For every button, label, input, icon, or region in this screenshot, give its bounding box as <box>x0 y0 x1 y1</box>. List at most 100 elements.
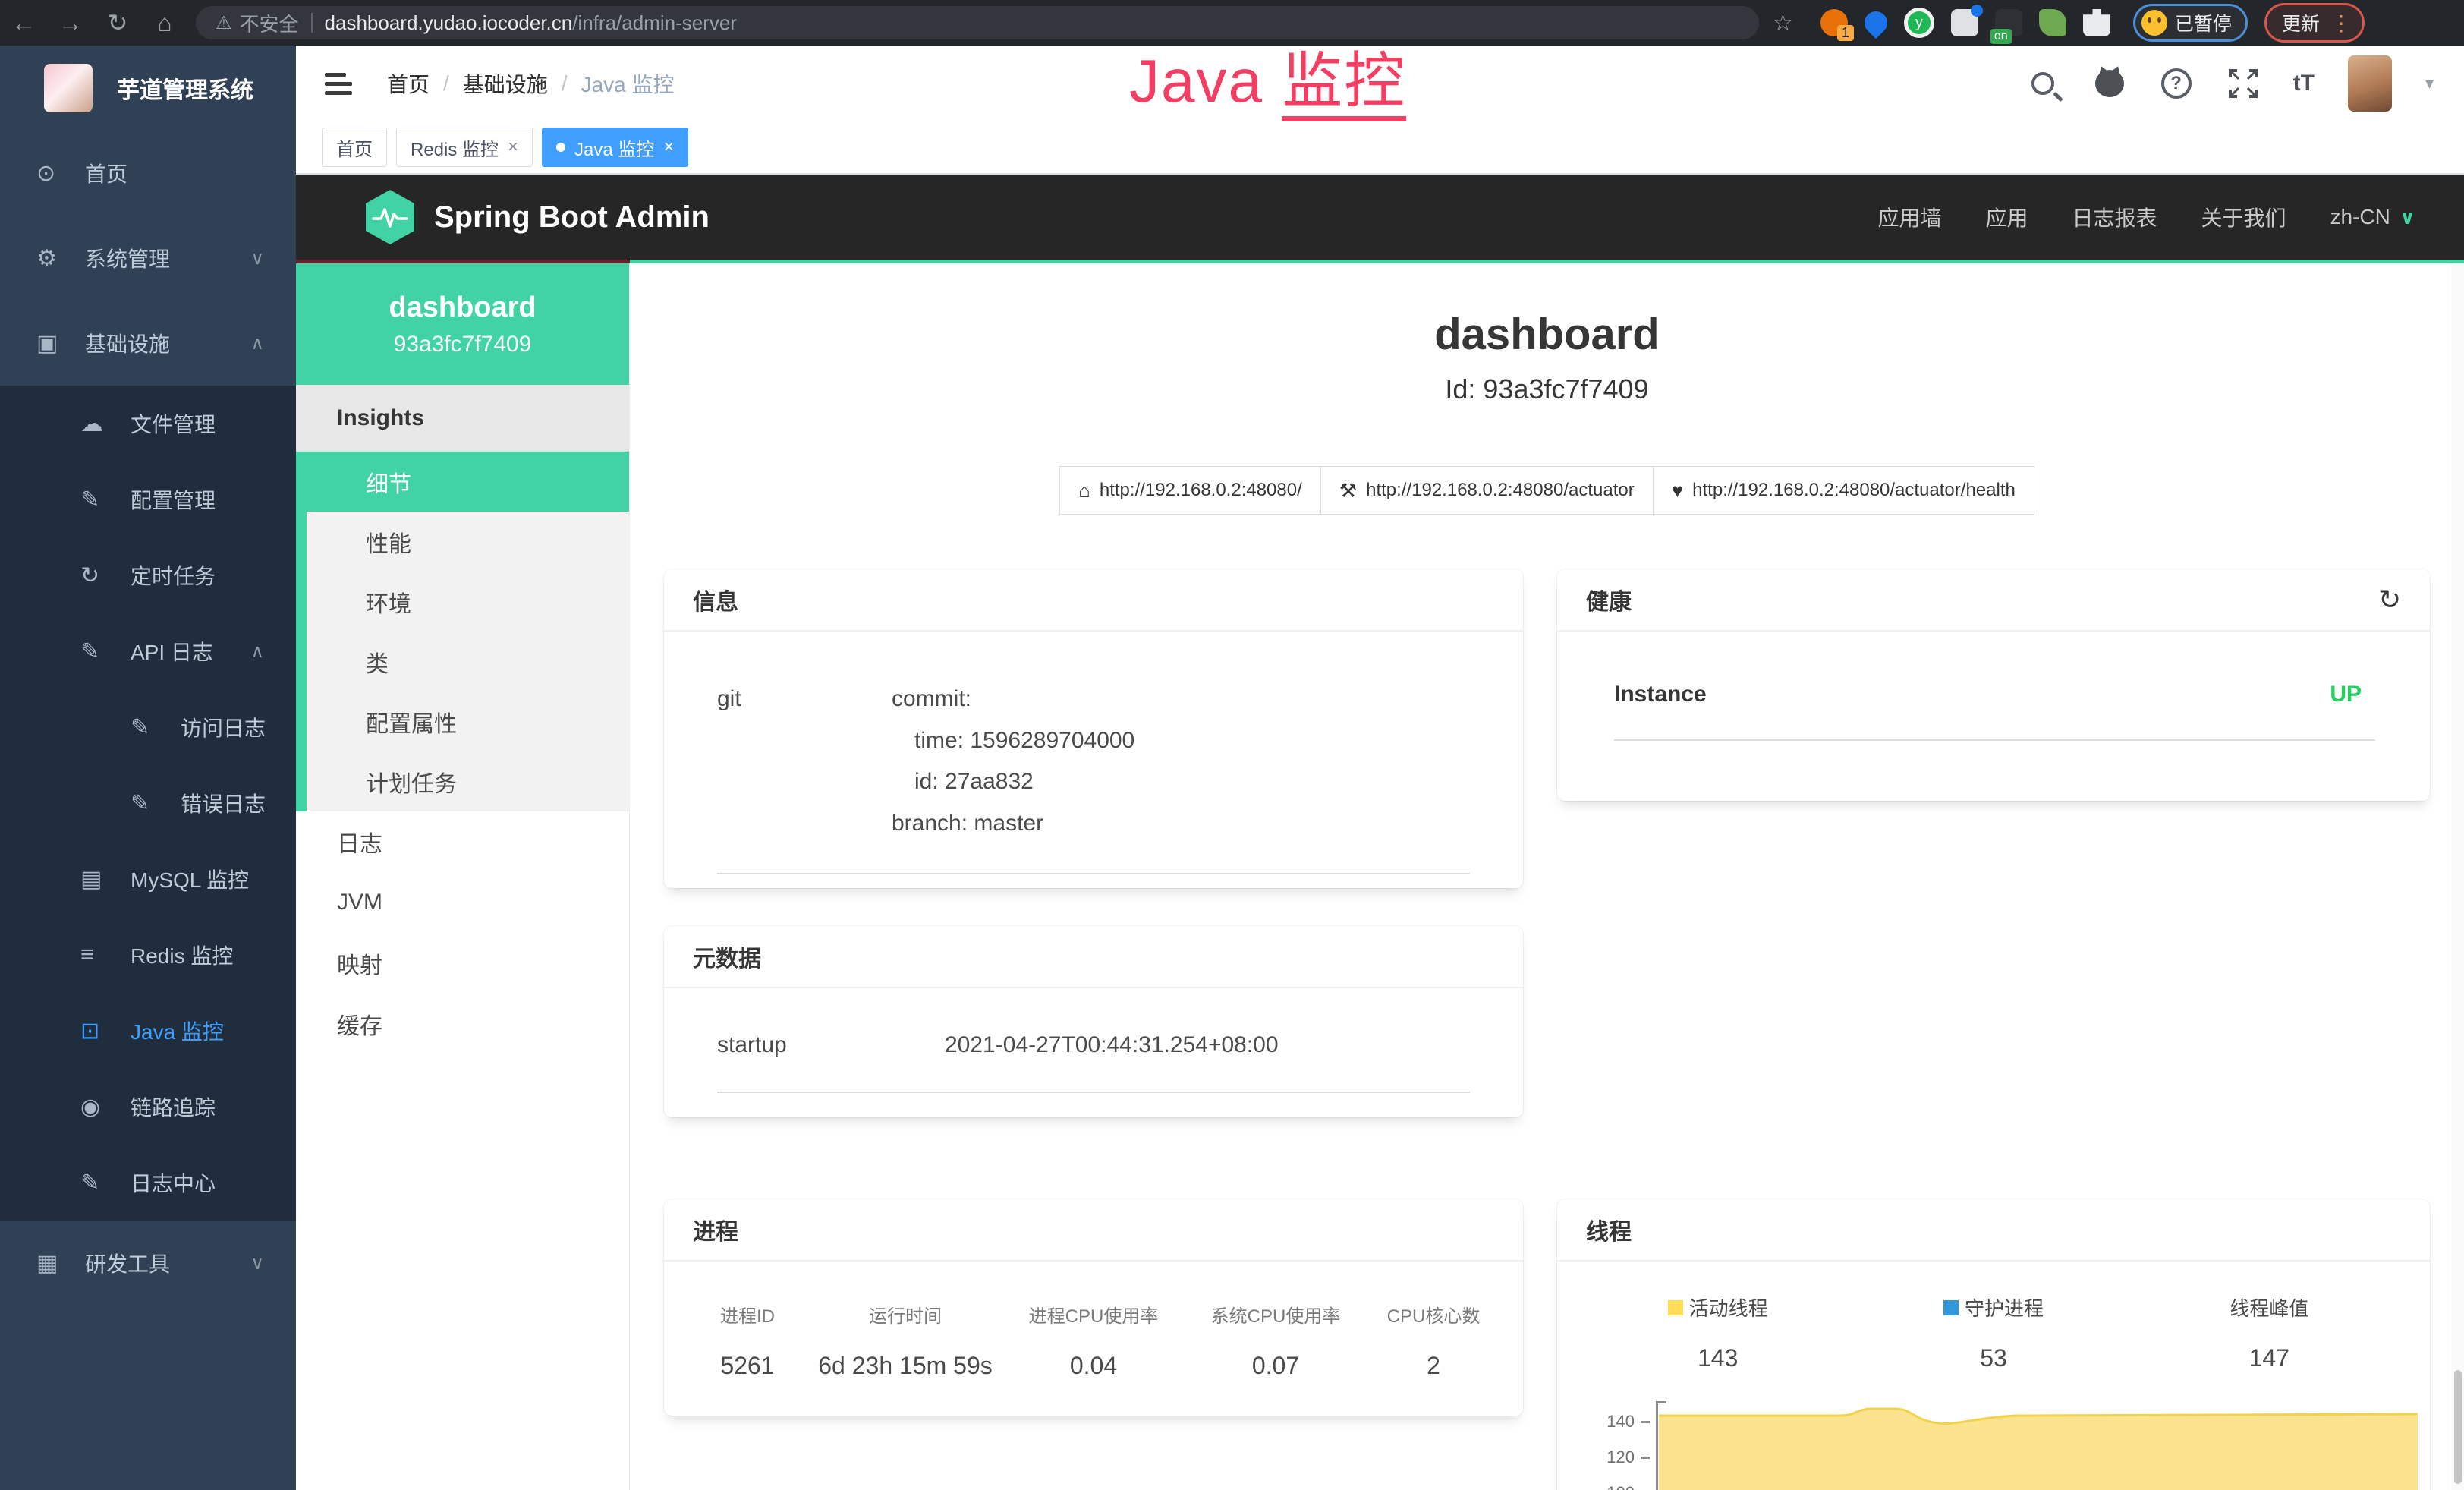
sba-locale-select[interactable]: zh-CN ∨ <box>2330 205 2415 229</box>
health-card-title: 健康 <box>1586 583 1632 616</box>
breadcrumb-home[interactable]: 首页 <box>387 68 430 99</box>
layers-icon: ≡ <box>80 942 94 968</box>
extension-tray: 1 y on <box>1820 8 2110 38</box>
threads-legend: 活动线程 143 守护进程 53 线程峰值 147 <box>1580 1293 2407 1372</box>
nav-item-scheduled-tasks[interactable]: 计划任务 <box>307 751 629 811</box>
log-icon: ✎ <box>131 714 149 741</box>
sidebar-item-error-log[interactable]: ✎ 错误日志 <box>0 765 296 841</box>
extension-switch-icon[interactable]: on <box>1995 9 2022 36</box>
sidebar-item-job[interactable]: ↻ 定时任务 <box>0 537 296 613</box>
profile-chip[interactable]: 已暂停 <box>2133 4 2248 42</box>
avatar-caret-icon[interactable]: ▾ <box>2425 74 2434 93</box>
instance-header[interactable]: dashboard 93a3fc7f7409 <box>296 263 629 385</box>
sidebar-item-file[interactable]: ☁ 文件管理 <box>0 386 296 461</box>
scrollbar-thumb[interactable] <box>2454 1370 2462 1484</box>
extension-orange-icon[interactable]: 1 <box>1820 9 1848 36</box>
instance-app-name: dashboard <box>389 291 536 324</box>
search-icon[interactable] <box>2026 67 2060 100</box>
breadcrumb: 首页 / 基础设施 / Java 监控 <box>387 68 675 99</box>
page-title: dashboard <box>630 309 2464 360</box>
gear-icon: ⚙ <box>36 245 57 272</box>
info-card-title: 信息 <box>693 583 738 616</box>
actuator-url-button[interactable]: ⚒ http://192.168.0.2:48080/actuator <box>1320 466 1654 515</box>
close-icon[interactable]: × <box>663 137 674 158</box>
sidebar-item-mysql[interactable]: ▤ MySQL 监控 <box>0 841 296 917</box>
extension-leaf-icon[interactable] <box>2039 9 2066 36</box>
health-instance-label[interactable]: Instance <box>1614 682 1707 707</box>
nav-group-insights[interactable]: Insights <box>296 385 629 452</box>
bookmark-star-icon[interactable]: ☆ <box>1773 10 1793 36</box>
tab-java-monitor[interactable]: Java 监控 × <box>542 128 688 167</box>
sba-nav-wallboard[interactable]: 应用墙 <box>1877 202 1941 232</box>
user-avatar[interactable] <box>2348 55 2392 112</box>
nav-item-jvm[interactable]: JVM <box>296 872 629 933</box>
nav-item-classes[interactable]: 类 <box>307 632 629 691</box>
sidebar-item-config[interactable]: ✎ 配置管理 <box>0 461 296 537</box>
sidebar-item-home[interactable]: ⊙ 首页 <box>0 131 296 216</box>
history-icon[interactable]: ↺ <box>2378 584 2401 616</box>
sidebar-item-redis[interactable]: ≡ Redis 监控 <box>0 917 296 993</box>
sidebar-item-api-log[interactable]: ✎ API 日志 ∧ <box>0 613 296 689</box>
browser-update-button[interactable]: 更新 ⋮ <box>2264 3 2365 43</box>
cards-area: 信息 git commit: time: 1596289704000 id: 2… <box>630 515 2464 1490</box>
sidebar-item-access-log[interactable]: ✎ 访问日志 <box>0 689 296 765</box>
sba-header: Spring Boot Admin 应用墙 应用 日志报表 关于我们 zh-CN… <box>296 175 2464 260</box>
annotation-java-monitor: Java 监控 <box>1129 32 1406 120</box>
extension-pin-icon[interactable] <box>1860 7 1892 39</box>
nav-item-mappings[interactable]: 映射 <box>296 933 629 994</box>
instance-id-subtitle: Id: 93a3fc7f7409 <box>630 373 2464 405</box>
nav-item-metrics[interactable]: 性能 <box>307 512 629 572</box>
instance-id: 93a3fc7f7409 <box>394 332 532 358</box>
metadata-row-value: 2021-04-27T00:44:31.254+08:00 <box>945 1032 1279 1058</box>
chevron-up-icon: ∧ <box>250 641 264 663</box>
sba-brand-title[interactable]: Spring Boot Admin <box>434 200 710 235</box>
process-uptime-col: 运行时间 6d 23h 15m 59s <box>808 1301 1002 1380</box>
browser-home-icon[interactable]: ⌂ <box>141 9 188 37</box>
nav-item-configprops[interactable]: 配置属性 <box>307 691 629 751</box>
cloud-icon: ☁ <box>80 411 103 437</box>
hamburger-icon[interactable] <box>325 72 352 95</box>
sidebar-item-log-center[interactable]: ✎ 日志中心 <box>0 1145 296 1221</box>
toolbox-icon: ▦ <box>36 1250 58 1277</box>
service-url-button[interactable]: ⌂ http://192.168.0.2:48080/ <box>1059 466 1321 515</box>
sidebar-item-java-monitor[interactable]: ⊡ Java 监控 <box>0 993 296 1069</box>
info-row-label: git <box>717 686 892 852</box>
security-label[interactable]: 不安全 <box>240 9 299 37</box>
tab-home[interactable]: 首页 <box>322 128 387 167</box>
close-icon[interactable]: × <box>508 137 518 158</box>
breadcrumb-infra[interactable]: 基础设施 <box>463 68 548 99</box>
sba-nav-journal[interactable]: 日志报表 <box>2072 202 2157 232</box>
nav-item-environment[interactable]: 环境 <box>307 572 629 632</box>
browser-menu-icon[interactable]: ⋮ <box>2330 11 2352 36</box>
tab-redis-monitor[interactable]: Redis 监控 × <box>396 128 533 167</box>
url-path: /infra/admin-server <box>572 11 737 35</box>
update-label: 更新 <box>2282 9 2320 36</box>
sidebar-item-devtools[interactable]: ▦ 研发工具 ∨ <box>0 1221 296 1306</box>
scrollbar[interactable] <box>2452 263 2464 1490</box>
extensions-puzzle-icon[interactable] <box>2083 9 2110 36</box>
help-icon[interactable]: ? <box>2160 67 2193 100</box>
sidebar-item-infra[interactable]: ▣ 基础设施 ∧ <box>0 301 296 386</box>
profile-emoji-icon <box>2141 10 2167 36</box>
sidebar-item-system[interactable]: ⚙ 系统管理 ∨ <box>0 216 296 301</box>
address-bar[interactable]: ⚠ 不安全 dashboard.yudao.iocoder.cn /infra/… <box>196 6 1759 39</box>
extension-green-icon[interactable]: y <box>1904 8 1934 38</box>
info-row-value: commit: time: 1596289704000 id: 27aa832 … <box>892 686 1134 852</box>
log-icon: ✎ <box>80 638 99 665</box>
sba-nav-applications[interactable]: 应用 <box>1985 202 2028 232</box>
github-icon[interactable] <box>2093 67 2126 100</box>
back-icon[interactable]: ← <box>0 9 47 37</box>
nav-item-logs[interactable]: 日志 <box>296 811 629 872</box>
extension-grid-icon[interactable] <box>1951 9 1978 36</box>
app-logo <box>44 64 93 112</box>
font-size-icon[interactable]: tT <box>2293 71 2315 96</box>
forward-icon[interactable]: → <box>47 9 94 37</box>
sidebar-item-tracing[interactable]: ◉ 链路追踪 <box>0 1069 296 1145</box>
nav-item-details[interactable]: 细节 <box>307 452 629 512</box>
sba-nav-about[interactable]: 关于我们 <box>2201 202 2286 232</box>
health-url-button[interactable]: ♥ http://192.168.0.2:48080/actuator/heal… <box>1653 466 2034 515</box>
reload-icon[interactable]: ↻ <box>94 8 141 37</box>
nav-item-caches[interactable]: 缓存 <box>296 994 629 1054</box>
fullscreen-icon[interactable] <box>2226 67 2260 100</box>
sidebar-submenu-infra: ☁ 文件管理 ✎ 配置管理 ↻ 定时任务 ✎ API 日志 ∧ ✎ 访问日志 ✎ <box>0 386 296 1221</box>
